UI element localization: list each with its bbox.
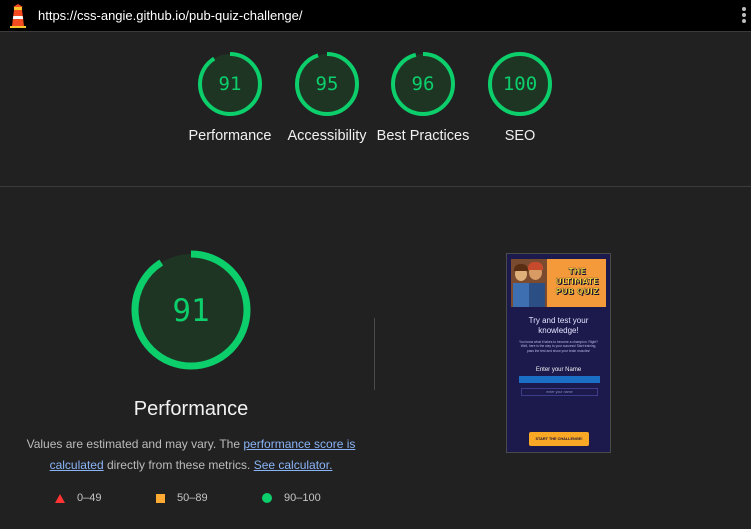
score-legend: 0–49 50–89 90–100 <box>0 492 380 510</box>
category-label: Performance <box>188 128 272 144</box>
lighthouse-icon <box>10 4 26 28</box>
vertical-separator <box>374 318 375 390</box>
performance-gauge: 91 <box>198 52 262 116</box>
performance-big-gauge: 91 <box>131 250 251 370</box>
category-accessibility[interactable]: 95 Accessibility <box>279 50 375 146</box>
legend-pass: 90–100 <box>262 492 321 504</box>
accessibility-score: 95 <box>316 73 339 95</box>
page-url: https://css-angie.github.io/pub-quiz-cha… <box>38 8 303 23</box>
thumbnail-body: You know what it takes to become a champ… <box>518 340 599 353</box>
performance-big-score: 91 <box>172 293 209 329</box>
category-performance[interactable]: 91 Performance <box>182 50 278 146</box>
section-divider <box>0 186 751 187</box>
performance-title: Performance <box>133 398 249 420</box>
fail-triangle-icon <box>55 493 65 503</box>
performance-score: 91 <box>219 73 242 95</box>
note-text: Values are estimated and may vary. The <box>26 437 244 451</box>
legend-average: 50–89 <box>156 492 208 504</box>
page-screenshot-thumbnail[interactable]: THE ULTIMATE PUB QUIZ Try and test your … <box>506 253 611 453</box>
category-best-practices[interactable]: 96 Best Practices <box>375 50 471 146</box>
legend-fail: 0–49 <box>55 492 101 504</box>
legend-range: 0–49 <box>77 492 102 504</box>
quiz-illustration <box>511 259 547 307</box>
seo-score: 100 <box>503 73 537 95</box>
category-label: Best Practices <box>376 128 470 144</box>
thumbnail-logo: THE ULTIMATE PUB QUIZ <box>555 267 599 296</box>
more-vert-icon[interactable] <box>741 7 747 25</box>
score-summary: 91 Performance 95 Accessibility 96 Best … <box>0 50 751 175</box>
category-label: Accessibility <box>287 128 367 144</box>
thumbnail-start-button: START THE CHALLENGE! <box>529 432 589 446</box>
thumbnail-name-input: enter your name <box>521 388 598 396</box>
accessibility-gauge: 95 <box>295 52 359 116</box>
see-calculator-link[interactable]: See calculator. <box>254 458 333 472</box>
thumbnail-name-label: Enter your Name <box>535 367 582 373</box>
average-square-icon <box>156 493 165 503</box>
seo-gauge: 100 <box>488 52 552 116</box>
estimate-note: Values are estimated and may vary. The p… <box>20 434 362 476</box>
legend-range: 90–100 <box>284 492 321 504</box>
url-bar: https://css-angie.github.io/pub-quiz-cha… <box>0 0 751 32</box>
best-practices-gauge: 96 <box>391 52 455 116</box>
category-label: SEO <box>504 128 536 144</box>
category-seo[interactable]: 100 SEO <box>472 50 568 146</box>
thumbnail-heading: Try and test your knowledge! <box>528 316 589 335</box>
thumbnail-input-bar <box>519 376 600 383</box>
thumbnail-hero: THE ULTIMATE PUB QUIZ <box>511 259 606 307</box>
pass-circle-icon <box>262 493 272 503</box>
best-practices-score: 96 <box>412 73 435 95</box>
note-text: directly from these metrics. <box>103 458 254 472</box>
legend-range: 50–89 <box>177 492 208 504</box>
